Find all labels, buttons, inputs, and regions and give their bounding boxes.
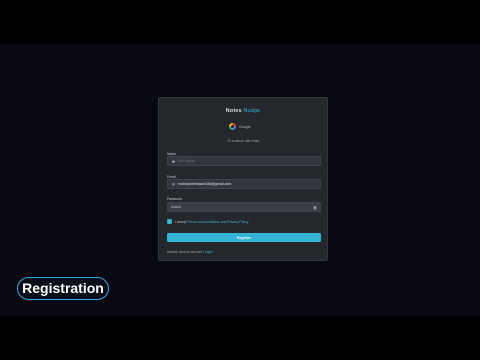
email-input[interactable] (178, 180, 308, 188)
registration-card: Notes Nudge Google Or continue with emai… (158, 97, 328, 261)
login-prompt-row: Already have an account? Login (167, 250, 213, 254)
name-field[interactable]: ☻ (167, 156, 321, 166)
password-input[interactable] (171, 203, 301, 211)
google-icon (229, 123, 236, 130)
eye-icon[interactable]: ◉ (312, 205, 318, 211)
divider-text: Or continue with email (227, 139, 259, 143)
password-label: Password (167, 197, 182, 201)
terms-text: I accept Terms and conditions and Privac… (175, 220, 248, 224)
login-prompt: Already have an account? (167, 250, 204, 254)
terms-checkbox[interactable]: ✓ (167, 219, 172, 224)
video-frame: Notes Nudge Google Or continue with emai… (0, 44, 480, 316)
password-field[interactable]: ◉ (167, 202, 321, 212)
brand-nudge: Nudge (243, 108, 261, 114)
email-field[interactable]: ✉ (167, 179, 321, 189)
google-signin-button[interactable]: Google (229, 120, 259, 133)
login-link[interactable]: Login (205, 250, 213, 254)
app-logo: Notes Nudge (159, 108, 327, 114)
name-input[interactable] (178, 157, 308, 165)
terms-prefix: I accept (175, 219, 187, 224)
google-label: Google (239, 124, 251, 129)
user-icon: ☻ (171, 158, 176, 164)
terms-row: ✓ I accept Terms and conditions and Priv… (167, 219, 248, 224)
terms-link[interactable]: Terms and conditions and Privacy Policy (188, 220, 249, 224)
registration-caption: Registration (17, 277, 109, 300)
register-button[interactable]: Register (167, 233, 321, 242)
brand-notes: Notes (225, 108, 242, 114)
mail-icon: ✉ (171, 181, 176, 187)
